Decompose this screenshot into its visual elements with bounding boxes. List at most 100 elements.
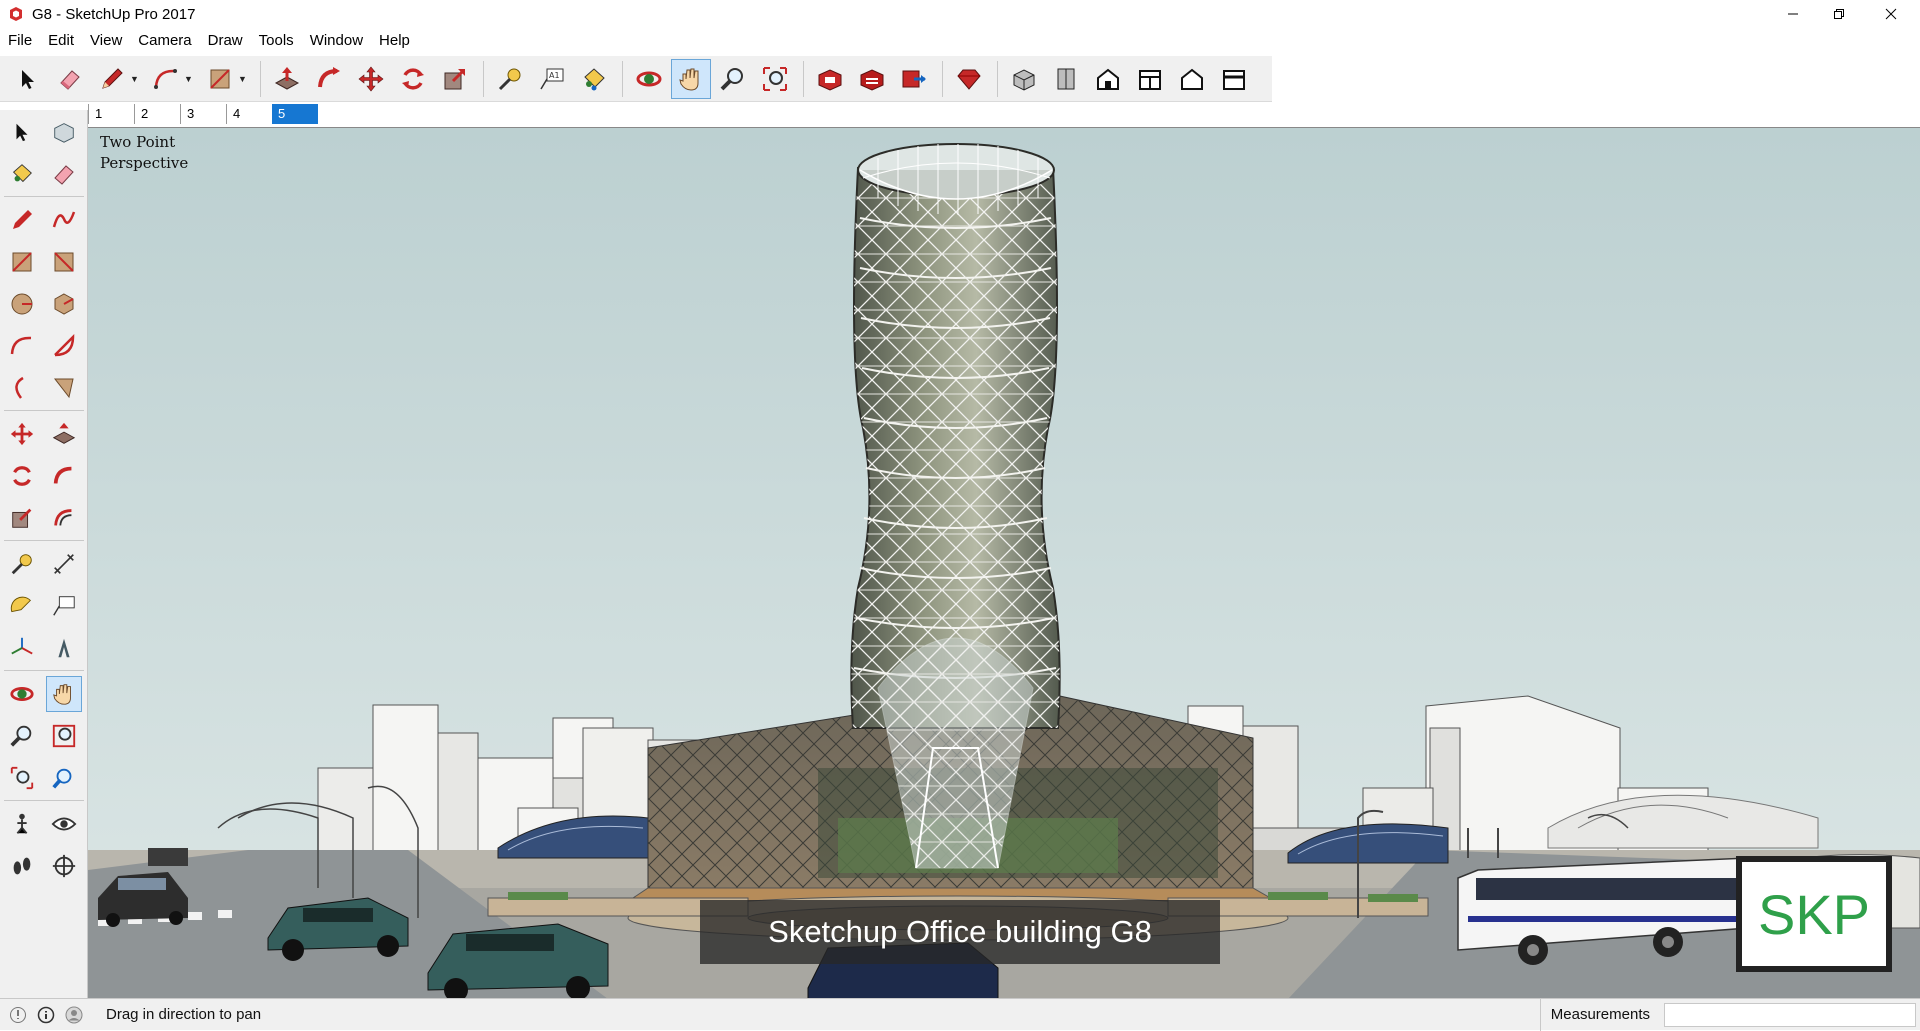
iso-view-button[interactable]: [1004, 59, 1044, 99]
rectangle-dropdown-icon[interactable]: ▼: [238, 74, 248, 84]
lt-scale-button[interactable]: [4, 500, 40, 536]
lt-pan-button[interactable]: [46, 676, 82, 712]
extension-warehouse-button[interactable]: [852, 59, 892, 99]
lt-orbit-button[interactable]: [4, 676, 40, 712]
lt-dimension-button[interactable]: [46, 546, 82, 582]
lt-zoom-extents-button[interactable]: [4, 760, 40, 796]
zoom-tool-button[interactable]: [713, 59, 753, 99]
rotate-tool-button[interactable]: [393, 59, 433, 99]
window-controls: [1770, 0, 1920, 28]
menu-file[interactable]: File: [0, 28, 40, 54]
lt-offset-button[interactable]: [46, 500, 82, 536]
lt-tape-measure-button[interactable]: [4, 546, 40, 582]
follow-me-tool-button[interactable]: [309, 59, 349, 99]
lt-arc-button[interactable]: [4, 328, 40, 364]
3d-warehouse-button[interactable]: [810, 59, 850, 99]
lt-position-camera-button[interactable]: [4, 806, 40, 842]
text-icon: A1: [540, 68, 564, 89]
3d-text-icon: [58, 638, 70, 658]
model-viewport[interactable]: Two Point Perspective Sketchup Office bu…: [88, 127, 1920, 998]
lt-walk-button[interactable]: [4, 848, 40, 884]
lt-select-button[interactable]: [4, 114, 40, 150]
lt-axes-button[interactable]: [4, 630, 40, 666]
lt-circle-button[interactable]: [4, 286, 40, 322]
pencil-tool-button[interactable]: [92, 59, 132, 99]
lt-protractor-button[interactable]: [4, 588, 40, 624]
scene-tab-1[interactable]: 1: [88, 104, 134, 124]
pan-icon: [53, 684, 71, 705]
right-view-button[interactable]: [1130, 59, 1170, 99]
close-button[interactable]: [1862, 0, 1920, 28]
lt-polygon-button[interactable]: [46, 286, 82, 322]
rectangle-icon: [12, 252, 32, 272]
lt-rectangle-button[interactable]: [4, 244, 40, 280]
menu-camera[interactable]: Camera: [130, 28, 199, 54]
back-view-button[interactable]: [1172, 59, 1212, 99]
scene-tab-2[interactable]: 2: [134, 104, 180, 124]
window-title: G8 - SketchUp Pro 2017: [32, 5, 196, 23]
lt-line-button[interactable]: [4, 202, 40, 238]
ruby-console-button[interactable]: [949, 59, 989, 99]
lt-two-point-arc-button[interactable]: [46, 370, 82, 406]
scene-tab-5[interactable]: 5: [272, 104, 318, 124]
menu-draw[interactable]: Draw: [200, 28, 251, 54]
menu-help[interactable]: Help: [371, 28, 418, 54]
position-camera-icon: [16, 813, 28, 834]
arc-dropdown-icon[interactable]: ▼: [184, 74, 194, 84]
move-tool-button[interactable]: [351, 59, 391, 99]
tool-separator: [4, 410, 84, 411]
lt-3d-text-button[interactable]: [46, 630, 82, 666]
push-pull-tool-button[interactable]: [267, 59, 307, 99]
lt-rotate-button[interactable]: [4, 458, 40, 494]
zoom-extents-tool-button[interactable]: [755, 59, 795, 99]
lt-zoom-window-button[interactable]: [46, 718, 82, 754]
pan-tool-button[interactable]: [671, 58, 711, 99]
lt-section-plane-button[interactable]: [46, 848, 82, 884]
lt-text-button[interactable]: [46, 588, 82, 624]
lt-look-around-button[interactable]: [46, 806, 82, 842]
menu-tools[interactable]: Tools: [251, 28, 302, 54]
tape-measure-tool-button[interactable]: [490, 59, 530, 99]
pencil-dropdown-icon[interactable]: ▼: [130, 74, 140, 84]
push-pull-icon: [274, 66, 300, 90]
left-view-button[interactable]: [1214, 59, 1254, 99]
select-tool-button[interactable]: [8, 59, 48, 99]
scale-tool-button[interactable]: [435, 59, 475, 99]
text-tool-button[interactable]: A1: [532, 59, 572, 99]
toolbar-separator: [803, 60, 804, 97]
sign-in-status[interactable]: [64, 1005, 84, 1025]
send-to-layout-button[interactable]: [894, 59, 934, 99]
lt-move-button[interactable]: [4, 416, 40, 452]
minimize-button[interactable]: [1770, 0, 1816, 28]
rectangle-tool-button[interactable]: [200, 59, 240, 99]
lt-make-component-button[interactable]: [46, 114, 82, 150]
scene-tab-4[interactable]: 4: [226, 104, 272, 124]
orbit-tool-button[interactable]: [629, 59, 669, 99]
lt-three-point-arc-button[interactable]: [4, 370, 40, 406]
lt-paint-bucket-button[interactable]: [4, 156, 40, 192]
menu-window[interactable]: Window: [302, 28, 371, 54]
send-to-layout-icon: [902, 70, 926, 87]
front-view-button[interactable]: [1088, 59, 1128, 99]
lt-follow-me-button[interactable]: [46, 458, 82, 494]
geo-location-status[interactable]: [8, 1005, 28, 1025]
scene-tab-3[interactable]: 3: [180, 104, 226, 124]
move-icon: [358, 66, 384, 91]
top-view-button[interactable]: [1046, 59, 1086, 99]
measurements-input[interactable]: [1664, 1003, 1916, 1027]
lt-eraser-button[interactable]: [46, 156, 82, 192]
paint-bucket-tool-button[interactable]: [574, 59, 614, 99]
lt-rotated-rectangle-button[interactable]: [46, 244, 82, 280]
lt-freehand-button[interactable]: [46, 202, 82, 238]
restore-button[interactable]: [1816, 0, 1862, 28]
menu-edit[interactable]: Edit: [40, 28, 82, 54]
zoom-extents-icon: [763, 66, 787, 91]
lt-pie-button[interactable]: [46, 328, 82, 364]
arc-tool-button[interactable]: [146, 59, 186, 99]
eraser-tool-button[interactable]: [50, 59, 90, 99]
lt-push-pull-button[interactable]: [46, 416, 82, 452]
credits-status[interactable]: [36, 1005, 56, 1025]
menu-view[interactable]: View: [82, 28, 130, 54]
lt-previous-view-button[interactable]: [46, 760, 82, 796]
lt-zoom-button[interactable]: [4, 718, 40, 754]
